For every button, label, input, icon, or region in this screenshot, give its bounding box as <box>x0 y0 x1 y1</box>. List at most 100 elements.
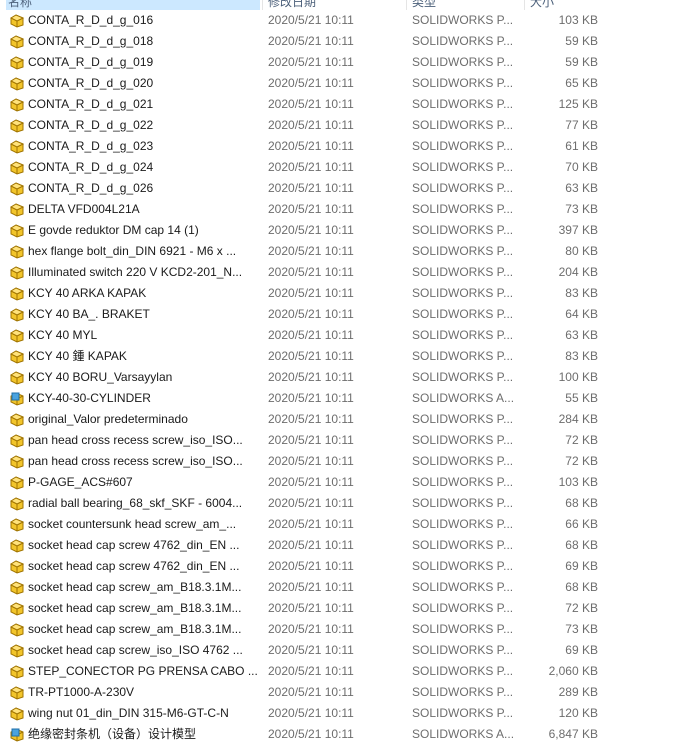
file-size: 72 KB <box>565 454 598 468</box>
file-row[interactable]: radial ball bearing_68_skf_SKF - 6004...… <box>0 493 684 514</box>
file-row[interactable]: KCY 40 鍾 KAPAK 2020/5/21 10:11 SOLIDWORKS … <box>0 346 684 367</box>
file-name: STEP_CONECTOR PG PRENSA CABO ... <box>28 664 258 678</box>
file-row[interactable]: CONTA_R_D_d_g_018 2020/5/21 10:11 SOLIDWOR… <box>0 31 684 52</box>
file-type: SOLIDWORKS P... <box>412 97 514 111</box>
file-size: 204 KB <box>558 265 598 279</box>
file-date-modified: 2020/5/21 10:11 <box>268 496 354 510</box>
solidworks-part-icon <box>9 643 25 658</box>
file-row[interactable]: socket head cap screw_am_B18.3.1M... 2020… <box>0 577 684 598</box>
file-row[interactable]: CONTA_R_D_d_g_024 2020/5/21 10:11 SOLIDWOR… <box>0 157 684 178</box>
file-row[interactable]: hex flange bolt_din_DIN 6921 - M6 x ... 2… <box>0 241 684 262</box>
file-name: socket countersunk head screw_am_... <box>28 517 237 531</box>
file-size: 103 KB <box>558 475 598 489</box>
file-row[interactable]: DELTA VFD004L21A 2020/5/21 10:11 SOLIDWORK… <box>0 199 684 220</box>
file-row[interactable]: socket head cap screw_am_B18.3.1M... 2020… <box>0 598 684 619</box>
file-date-modified: 2020/5/21 10:11 <box>268 181 354 195</box>
file-size: 65 KB <box>565 76 598 90</box>
file-row[interactable]: P-GAGE_ACS#607 2020/5/21 10:11 SOLIDWORKS … <box>0 472 684 493</box>
file-date-modified: 2020/5/21 10:11 <box>268 13 354 27</box>
column-divider[interactable] <box>524 0 525 10</box>
file-row[interactable]: CONTA_R_D_d_g_026 2020/5/21 10:11 SOLIDWOR… <box>0 178 684 199</box>
file-size: 61 KB <box>565 139 598 153</box>
file-type: SOLIDWORKS P... <box>412 76 514 90</box>
solidworks-part-icon <box>9 685 25 700</box>
file-type: SOLIDWORKS A... <box>412 727 515 741</box>
file-row[interactable]: TR-PT1000-A-230V 2020/5/21 10:11 SOLIDWORK… <box>0 682 684 703</box>
file-row[interactable]: CONTA_R_D_d_g_019 2020/5/21 10:11 SOLIDWOR… <box>0 52 684 73</box>
file-size: 73 KB <box>565 202 598 216</box>
file-type: SOLIDWORKS P... <box>412 643 514 657</box>
file-row[interactable]: CONTA_R_D_d_g_023 2020/5/21 10:11 SOLIDWOR… <box>0 136 684 157</box>
solidworks-part-icon <box>9 55 25 70</box>
file-size: 2,060 KB <box>548 664 598 678</box>
file-type: SOLIDWORKS P... <box>412 307 514 321</box>
file-name: CONTA_R_D_d_g_019 <box>28 55 154 69</box>
file-row[interactable]: KCY 40 BORU_Varsayylan 2020/5/21 10:11 SOL… <box>0 367 684 388</box>
file-row[interactable]: pan head cross recess screw_iso_ISO... 20… <box>0 451 684 472</box>
file-size: 64 KB <box>565 307 598 321</box>
file-size: 63 KB <box>565 181 598 195</box>
file-date-modified: 2020/5/21 10:11 <box>268 538 354 552</box>
file-name: KCY 40 ARKA KAPAK <box>28 286 147 300</box>
column-header-name[interactable]: 名称 <box>6 0 260 10</box>
file-row[interactable]: Illuminated switch 220 V KCD2-201_N... 20… <box>0 262 684 283</box>
file-type: SOLIDWORKS P... <box>412 13 514 27</box>
file-name: socket head cap screw_am_B18.3.1M... <box>28 580 242 594</box>
file-row[interactable]: socket countersunk head screw_am_... 2020… <box>0 514 684 535</box>
file-row[interactable]: socket head cap screw 4762_din_EN ... 202… <box>0 556 684 577</box>
column-header-type[interactable]: 类型 <box>412 0 436 10</box>
file-size: 63 KB <box>565 328 598 342</box>
file-date-modified: 2020/5/21 10:11 <box>268 349 354 363</box>
file-row[interactable]: socket head cap screw 4762_din_EN ... 202… <box>0 535 684 556</box>
solidworks-part-icon <box>9 580 25 595</box>
column-divider[interactable] <box>406 0 407 10</box>
file-date-modified: 2020/5/21 10:11 <box>268 202 354 216</box>
file-date-modified: 2020/5/21 10:11 <box>268 118 354 132</box>
solidworks-part-icon <box>9 118 25 133</box>
file-name: CONTA_R_D_d_g_016 <box>28 13 154 27</box>
solidworks-assembly-icon <box>9 727 25 742</box>
file-name: TR-PT1000-A-230V <box>28 685 135 699</box>
file-row[interactable]: KCY-40-30-CYLINDER 2020/5/21 10:11 SOLIDWO… <box>0 388 684 409</box>
file-row[interactable]: socket head cap screw_am_B18.3.1M... 2020… <box>0 619 684 640</box>
file-row[interactable]: KCY 40 ARKA KAPAK 2020/5/21 10:11 SOLIDWOR… <box>0 283 684 304</box>
file-row[interactable]: pan head cross recess screw_iso_ISO... 20… <box>0 430 684 451</box>
file-row[interactable]: E govde reduktor DM cap 14 (1) 2020/5/21 … <box>0 220 684 241</box>
solidworks-part-icon <box>9 286 25 301</box>
solidworks-part-icon <box>9 97 25 112</box>
file-name: original_Valor predeterminado <box>28 412 188 426</box>
file-date-modified: 2020/5/21 10:11 <box>268 601 354 615</box>
column-header-date[interactable]: 修改日期 <box>268 0 316 10</box>
file-size: 125 KB <box>558 97 598 111</box>
file-date-modified: 2020/5/21 10:11 <box>268 412 354 426</box>
file-type: SOLIDWORKS P... <box>412 181 514 195</box>
file-row[interactable]: STEP_CONECTOR PG PRENSA CABO ... 2020/5/2… <box>0 661 684 682</box>
file-row[interactable]: CONTA_R_D_d_g_016 2020/5/21 10:11 SOLIDWOR… <box>0 10 684 31</box>
solidworks-part-icon <box>9 496 25 511</box>
file-date-modified: 2020/5/21 10:11 <box>268 664 354 678</box>
file-type: SOLIDWORKS P... <box>412 265 514 279</box>
file-size: 59 KB <box>565 55 598 69</box>
column-header-size[interactable]: 大小 <box>530 0 554 10</box>
file-row[interactable]: CONTA_R_D_d_g_021 2020/5/21 10:11 SOLIDWOR… <box>0 94 684 115</box>
file-row[interactable]: CONTA_R_D_d_g_020 2020/5/21 10:11 SOLIDWOR… <box>0 73 684 94</box>
file-row[interactable]: KCY 40 MYL 2020/5/21 10:11 SOLIDWORKS P...… <box>0 325 684 346</box>
file-row[interactable]: original_Valor predeterminado 2020/5/21 1… <box>0 409 684 430</box>
file-name: CONTA_R_D_d_g_018 <box>28 34 154 48</box>
file-name: 绝缘密封条机（设备）设计模型 <box>28 727 197 741</box>
file-type: SOLIDWORKS P... <box>412 517 514 531</box>
file-type: SOLIDWORKS P... <box>412 538 514 552</box>
file-size: 66 KB <box>565 517 598 531</box>
solidworks-part-icon <box>9 181 25 196</box>
file-row[interactable]: socket head cap screw_iso_ISO 4762 ... 20… <box>0 640 684 661</box>
file-row[interactable]: KCY 40 BA_. BRAKET 2020/5/21 10:11 SOLIDWO… <box>0 304 684 325</box>
solidworks-part-icon <box>9 139 25 154</box>
file-row[interactable]: wing nut 01_din_DIN 315-M6-GT-C-N 2020/5/… <box>0 703 684 724</box>
file-size: 100 KB <box>558 370 598 384</box>
file-row[interactable]: 绝缘密封条机（设备）设计模型 2020/5/21 10:11 SOLIDWORKS … <box>0 724 684 745</box>
file-row[interactable]: CONTA_R_D_d_g_022 2020/5/21 10:11 SOLIDWOR… <box>0 115 684 136</box>
solidworks-part-icon <box>9 370 25 385</box>
file-type: SOLIDWORKS P... <box>412 286 514 300</box>
solidworks-part-icon <box>9 433 25 448</box>
column-divider[interactable] <box>262 0 263 10</box>
